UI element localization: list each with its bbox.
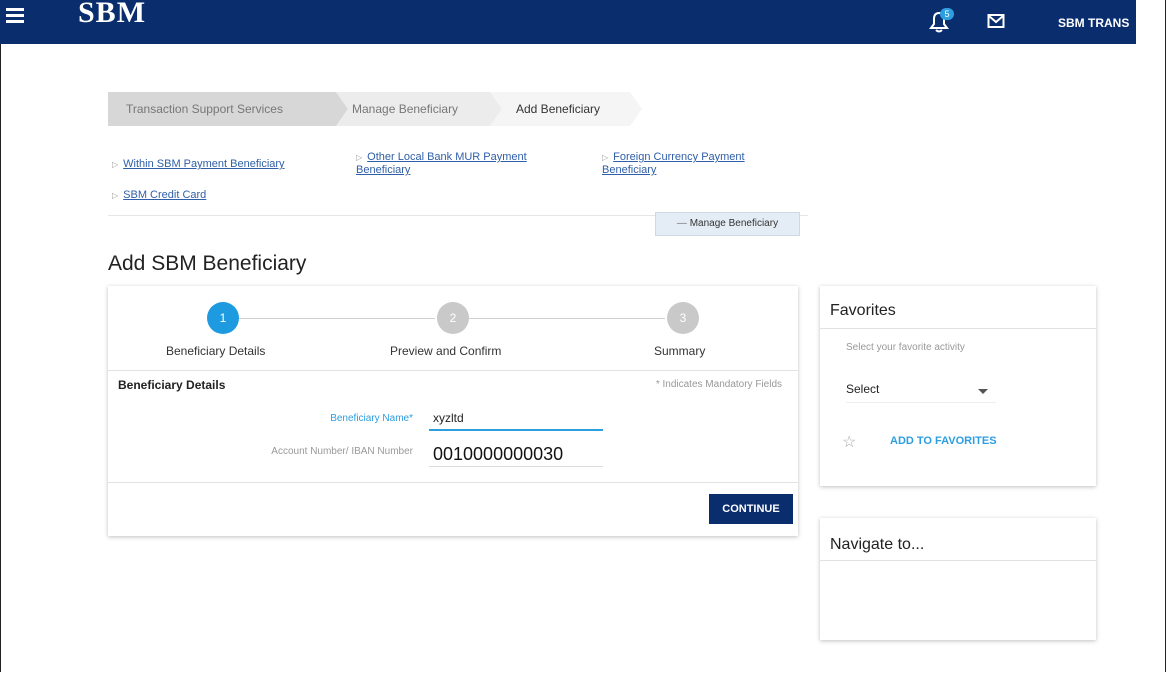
mandatory-note: * Indicates Mandatory Fields bbox=[655, 379, 782, 390]
favorites-hint: Select your favorite activity bbox=[846, 342, 965, 353]
dash-icon: — bbox=[676, 218, 687, 229]
section-title: Beneficiary Details bbox=[118, 378, 226, 392]
add-to-favorites-button[interactable]: ADD TO FAVORITES bbox=[890, 435, 997, 447]
page-title: Add SBM Beneficiary bbox=[108, 252, 307, 275]
link-other-local-bank-beneficiary[interactable]: ▷ Other Local Bank MUR Payment Beneficiar… bbox=[356, 151, 527, 177]
hamburger-menu-icon[interactable] bbox=[6, 8, 24, 24]
breadcrumb: Transaction Support Services Manage Bene… bbox=[108, 92, 808, 126]
link-within-sbm-payment-beneficiary[interactable]: ▷ Within SBM Payment Beneficiary bbox=[112, 158, 285, 171]
breadcrumb-item-transaction-support[interactable]: Transaction Support Services bbox=[126, 92, 283, 126]
link-foreign-currency-beneficiary[interactable]: ▷ Foreign Currency Payment Beneficiary bbox=[602, 151, 745, 177]
favorite-activity-select[interactable]: Select bbox=[846, 382, 996, 403]
link-sbm-credit-card[interactable]: ▷ SBM Credit Card bbox=[112, 189, 206, 202]
favorites-card: Favorites Select your favorite activity … bbox=[820, 286, 1096, 486]
step-2-circle: 2 bbox=[437, 302, 469, 334]
account-number-label: Account Number/ IBAN Number bbox=[271, 446, 413, 457]
triangle-right-icon: ▷ bbox=[112, 160, 119, 169]
triangle-right-icon: ▷ bbox=[112, 191, 119, 200]
step-2-label: Preview and Confirm bbox=[390, 344, 502, 358]
navigate-title: Navigate to... bbox=[830, 536, 925, 553]
account-number-input[interactable] bbox=[429, 442, 603, 467]
caret-down-icon bbox=[978, 389, 988, 394]
continue-button[interactable]: CONTINUE bbox=[709, 494, 793, 524]
triangle-right-icon: ▷ bbox=[602, 153, 609, 162]
mail-icon[interactable] bbox=[987, 13, 1005, 29]
beneficiary-name-label: Beneficiary Name* bbox=[330, 413, 413, 424]
beneficiary-name-input[interactable] bbox=[429, 407, 603, 431]
step-3-label: Summary bbox=[654, 344, 706, 358]
card-divider bbox=[820, 560, 1096, 561]
beneficiary-type-links: ▷ Within SBM Payment Beneficiary ▷ Other L… bbox=[108, 141, 808, 216]
navigate-to-card: Navigate to... bbox=[820, 518, 1096, 640]
stepper-connector bbox=[469, 318, 665, 319]
star-icon[interactable]: ☆ bbox=[842, 432, 856, 452]
step-3-circle: 3 bbox=[667, 302, 699, 334]
card-divider bbox=[108, 370, 798, 371]
add-beneficiary-card: 1 2 3 Beneficiary Details Preview and Co… bbox=[108, 286, 798, 536]
card-divider bbox=[820, 328, 1096, 329]
favorites-title: Favorites bbox=[830, 302, 896, 319]
manage-beneficiary-button[interactable]: — Manage Beneficiary bbox=[655, 212, 800, 236]
card-divider bbox=[108, 482, 798, 483]
user-name[interactable]: SBM TRANS bbox=[1058, 16, 1136, 30]
stepper-connector bbox=[239, 318, 435, 319]
sbm-logo[interactable]: SBM bbox=[78, 0, 146, 30]
step-1-label: Beneficiary Details bbox=[166, 344, 266, 358]
top-navigation-bar: SBM 5 SBM TRANS bbox=[0, 0, 1136, 44]
notification-badge: 5 bbox=[940, 8, 954, 20]
breadcrumb-item-manage-beneficiary[interactable]: Manage Beneficiary bbox=[352, 92, 458, 126]
step-1-circle: 1 bbox=[207, 302, 239, 334]
breadcrumb-item-add-beneficiary: Add Beneficiary bbox=[516, 102, 601, 116]
triangle-right-icon: ▷ bbox=[356, 153, 363, 162]
